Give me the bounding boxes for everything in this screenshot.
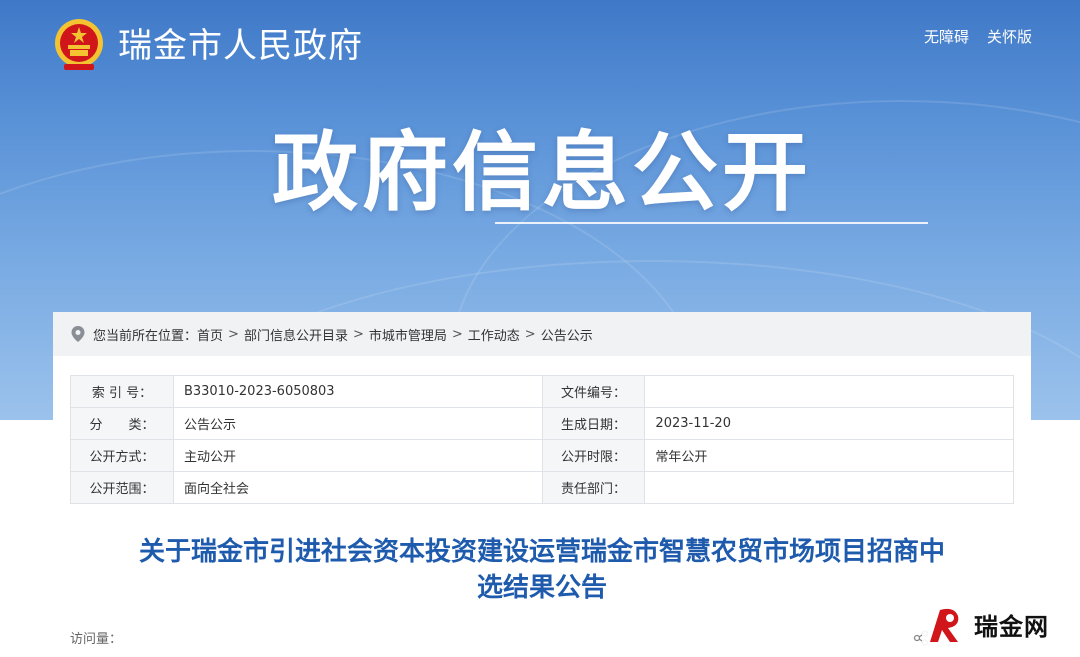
meta-label: 分 类： <box>70 407 174 440</box>
document-title-line-2: 选结果公告 <box>476 573 607 603</box>
meta-value: 2023-11-20 <box>644 407 1014 440</box>
metadata-table: 索 引 号： B33010-2023-6050803 文件编号： 分 类： 公告… <box>70 375 1014 504</box>
meta-label: 生成日期： <box>541 407 646 440</box>
breadcrumb-separator: > <box>228 326 239 342</box>
breadcrumb-dept-directory[interactable]: 部门信息公开目录 <box>244 325 348 344</box>
table-row: 分 类： 公告公示 生成日期： 2023-11-20 <box>70 407 1014 440</box>
meta-label: 文件编号： <box>541 375 646 408</box>
breadcrumb: 您当前所在位置： 首页 > 部门信息公开目录 > 市城市管理局 > 工作动态 >… <box>53 312 1031 356</box>
accessibility-link[interactable]: 无障碍 <box>924 26 969 47</box>
location-pin-icon <box>71 326 85 342</box>
meta-label: 索 引 号： <box>70 375 174 408</box>
breadcrumb-home[interactable]: 首页 <box>197 325 223 344</box>
document-title-line-1: 关于瑞金市引进社会资本投资建设运营瑞金市智慧农贸市场项目招商中 <box>138 537 945 567</box>
meta-value <box>644 471 1014 504</box>
watermark: 瑞金网 <box>922 600 1055 648</box>
breadcrumb-separator: > <box>451 326 463 342</box>
table-row: 索 引 号： B33010-2023-6050803 文件编号： <box>70 375 1014 408</box>
breadcrumb-separator: > <box>524 326 536 342</box>
breadcrumb-separator: > <box>352 326 364 342</box>
national-emblem-icon[interactable] <box>52 18 106 72</box>
top-links: 无障碍 关怀版 <box>924 26 1032 47</box>
meta-label: 公开时限： <box>541 439 646 472</box>
watermark-text: 瑞金网 <box>974 612 1049 641</box>
hero-underline <box>495 222 928 224</box>
table-row: 公开范围： 面向全社会 责任部门： <box>70 471 1014 504</box>
meta-value: 常年公开 <box>644 439 1014 472</box>
meta-label: 责任部门： <box>541 471 646 504</box>
watermark-logo-icon <box>930 608 959 642</box>
breadcrumb-work-news[interactable]: 工作动态 <box>468 325 520 344</box>
hero-title: 政府信息公开 <box>272 123 812 223</box>
document-title: 关于瑞金市引进社会资本投资建设运营瑞金市智慧农贸市场项目招商中 选结果公告 <box>53 534 1031 606</box>
meta-value: 公告公示 <box>172 407 543 440</box>
table-row: 公开方式： 主动公开 公开时限： 常年公开 <box>70 439 1014 472</box>
breadcrumb-label: 您当前所在位置： <box>93 328 198 344</box>
visit-count-label: 访问量： <box>70 632 123 647</box>
site-title[interactable]: 瑞金市人民政府 <box>118 24 363 68</box>
meta-label: 公开方式： <box>70 439 174 472</box>
breadcrumb-city-management[interactable]: 市城市管理局 <box>369 325 447 344</box>
meta-value: B33010-2023-6050803 <box>172 375 543 408</box>
elderly-mode-link[interactable]: 关怀版 <box>987 26 1032 47</box>
breadcrumb-announcements[interactable]: 公告公示 <box>541 325 593 344</box>
meta-label: 公开范围： <box>70 471 174 504</box>
meta-value <box>644 375 1014 408</box>
meta-value: 主动公开 <box>172 439 543 472</box>
meta-value: 面向全社会 <box>172 471 543 504</box>
content-panel: 您当前所在位置： 首页 > 部门信息公开目录 > 市城市管理局 > 工作动态 >… <box>53 312 1031 657</box>
